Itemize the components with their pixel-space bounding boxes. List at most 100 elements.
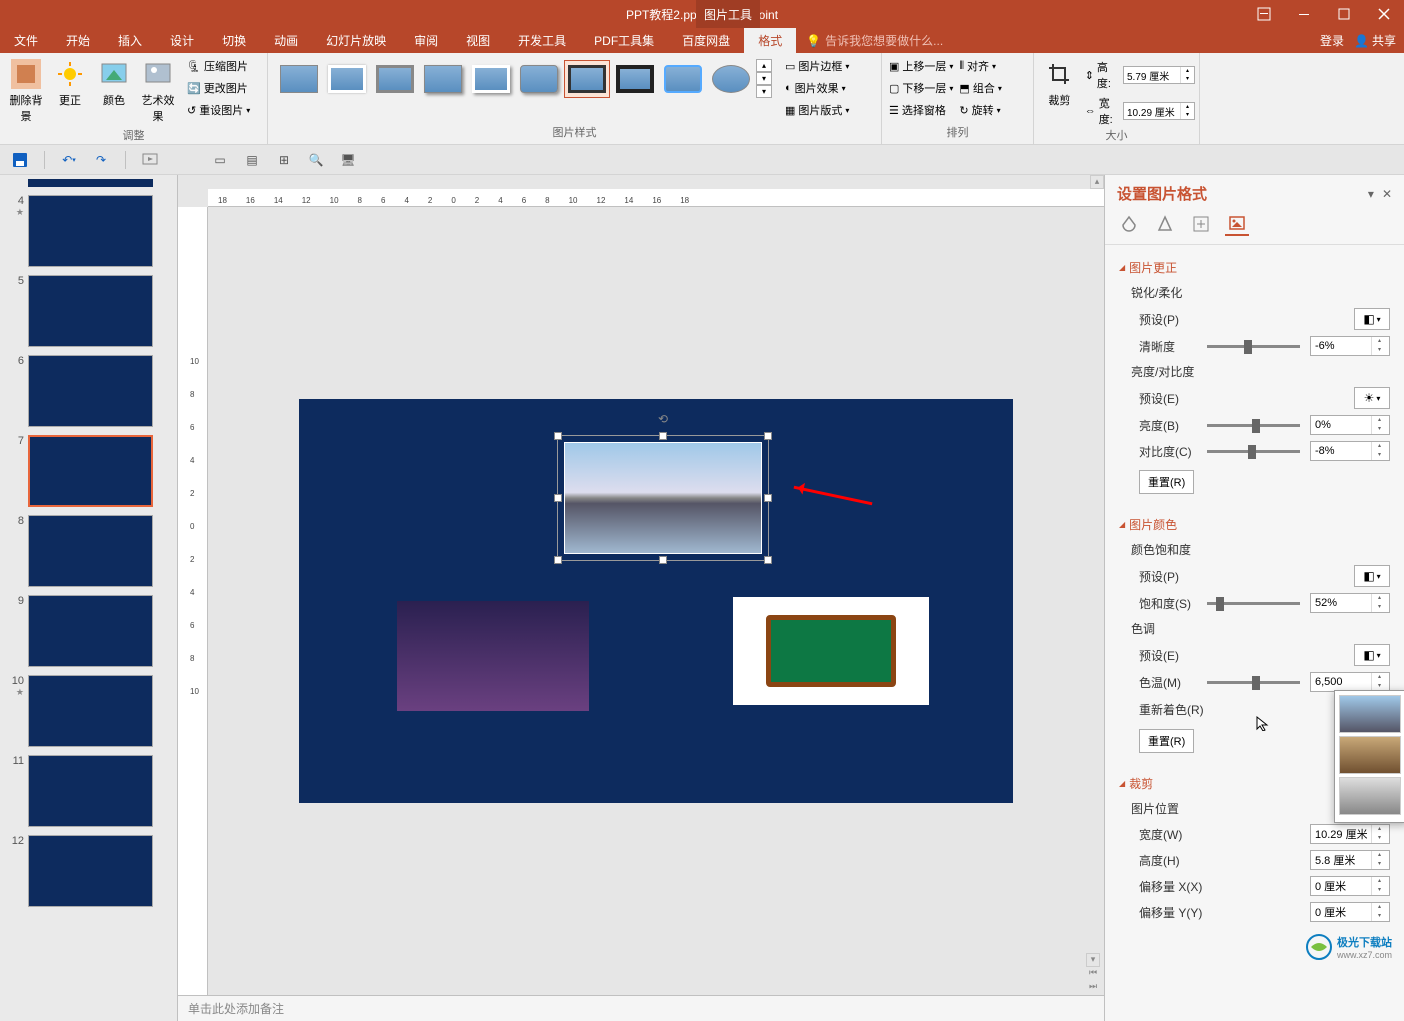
crop-width-input[interactable]: [1311, 828, 1371, 840]
group-button[interactable]: ⬒组合▾: [956, 77, 1004, 99]
spin-up[interactable]: ▴: [1372, 903, 1387, 912]
size-category-icon[interactable]: [1189, 212, 1213, 236]
sharpen-preset-button[interactable]: ◧▾: [1354, 308, 1390, 330]
ribbon-options-icon[interactable]: [1244, 0, 1284, 28]
login-link[interactable]: 登录: [1320, 32, 1344, 49]
brightness-input[interactable]: [1311, 419, 1371, 431]
undo-button[interactable]: ↶▾: [57, 148, 81, 172]
maximize-button[interactable]: [1324, 0, 1364, 28]
resize-handle[interactable]: [764, 556, 772, 564]
offset-y-input[interactable]: [1311, 906, 1371, 918]
resize-handle[interactable]: [554, 432, 562, 440]
contrast-slider[interactable]: [1207, 450, 1300, 453]
gallery-scroll-up[interactable]: ▴: [756, 59, 772, 72]
slide-preview[interactable]: [28, 355, 153, 427]
spin-down[interactable]: ▾: [1372, 860, 1387, 869]
tab-baidu[interactable]: 百度网盘: [668, 28, 744, 53]
temp-slider[interactable]: [1207, 681, 1300, 684]
style-thumb[interactable]: [324, 60, 370, 98]
scroll-down[interactable]: ▾: [1086, 953, 1100, 967]
offset-x-input[interactable]: [1311, 880, 1371, 892]
reset-color-button[interactable]: 重置(R): [1139, 729, 1194, 753]
spin-up[interactable]: ▴: [1372, 825, 1387, 834]
change-picture-button[interactable]: 🔄更改图片: [184, 77, 253, 99]
slide-preview[interactable]: [28, 755, 153, 827]
spin-up[interactable]: ▴: [1372, 337, 1387, 346]
slide-thumbnail[interactable]: 10★: [0, 671, 177, 751]
slide-thumbnail[interactable]: 9: [0, 591, 177, 671]
resize-handle[interactable]: [554, 494, 562, 502]
crop-button[interactable]: 裁剪: [1038, 55, 1081, 111]
reset-corrections-button[interactable]: 重置(R): [1139, 470, 1194, 494]
spin-down[interactable]: ▾: [1372, 346, 1387, 355]
spin-up[interactable]: ▴: [1181, 67, 1194, 75]
recolor-option[interactable]: [1339, 777, 1401, 815]
crop-height-input[interactable]: [1311, 854, 1371, 866]
color-button[interactable]: 颜色: [92, 55, 136, 111]
prev-slide-button[interactable]: ⏮: [1086, 967, 1100, 981]
section-picture-color[interactable]: 图片颜色: [1119, 512, 1390, 537]
style-thumb[interactable]: [516, 60, 562, 98]
qat-btn-3[interactable]: ⊞: [272, 148, 296, 172]
slide-preview[interactable]: [28, 515, 153, 587]
picture-border-button[interactable]: ▭图片边框▾: [782, 55, 852, 77]
spin-down[interactable]: ▾: [1181, 111, 1194, 119]
qat-btn-2[interactable]: ▤: [240, 148, 264, 172]
resize-handle[interactable]: [659, 556, 667, 564]
saturation-preset-button[interactable]: ◧▾: [1354, 565, 1390, 587]
style-thumb[interactable]: [708, 60, 754, 98]
tab-pdf[interactable]: PDF工具集: [580, 28, 668, 53]
qat-btn-4[interactable]: 🔍: [304, 148, 328, 172]
spin-down[interactable]: ▾: [1372, 425, 1387, 434]
height-input[interactable]: [1124, 67, 1180, 83]
bring-forward-button[interactable]: ▣上移一层▾: [886, 55, 956, 77]
pane-close-icon[interactable]: ✕: [1382, 187, 1392, 201]
spin-down[interactable]: ▾: [1372, 886, 1387, 895]
tab-slideshow[interactable]: 幻灯片放映: [312, 28, 400, 53]
align-button[interactable]: ⫴对齐▾: [956, 55, 1004, 77]
slide-image-city[interactable]: [397, 601, 589, 711]
style-thumb[interactable]: [564, 60, 610, 98]
saturation-input[interactable]: [1311, 597, 1371, 609]
spin-up[interactable]: ▴: [1372, 673, 1387, 682]
slide-thumbnail[interactable]: 7: [0, 431, 177, 511]
spin-down[interactable]: ▾: [1372, 451, 1387, 460]
resize-handle[interactable]: [764, 494, 772, 502]
redo-button[interactable]: ↷: [89, 148, 113, 172]
contrast-input[interactable]: [1311, 445, 1371, 457]
spin-up[interactable]: ▴: [1372, 442, 1387, 451]
scroll-up[interactable]: ▴: [1090, 175, 1104, 189]
tab-dev[interactable]: 开发工具: [504, 28, 580, 53]
tab-format[interactable]: 格式: [744, 28, 796, 53]
slideshow-from-start-button[interactable]: [138, 148, 162, 172]
reset-picture-button[interactable]: ↺重设图片▾: [184, 99, 253, 121]
tab-file[interactable]: 文件: [0, 28, 52, 53]
tab-home[interactable]: 开始: [52, 28, 104, 53]
slide-thumbnail[interactable]: 11: [0, 751, 177, 831]
gallery-expand[interactable]: ▾: [756, 85, 772, 98]
spin-down[interactable]: ▾: [1372, 603, 1387, 612]
slide-thumbnail[interactable]: 5: [0, 271, 177, 351]
resize-handle[interactable]: [659, 432, 667, 440]
send-backward-button[interactable]: ▢下移一层▾: [886, 77, 956, 99]
section-picture-corrections[interactable]: 图片更正: [1119, 255, 1390, 280]
pane-dropdown-icon[interactable]: ▾: [1368, 187, 1374, 201]
spin-up[interactable]: ▴: [1372, 594, 1387, 603]
effects-category-icon[interactable]: [1153, 212, 1177, 236]
tab-insert[interactable]: 插入: [104, 28, 156, 53]
tab-review[interactable]: 审阅: [400, 28, 452, 53]
fill-line-icon[interactable]: [1117, 212, 1141, 236]
tone-preset-button[interactable]: ◧▾: [1354, 644, 1390, 666]
slide-canvas[interactable]: ⟲ ▾: [208, 207, 1104, 995]
resize-handle[interactable]: [764, 432, 772, 440]
saturation-slider[interactable]: [1207, 602, 1300, 605]
tab-animations[interactable]: 动画: [260, 28, 312, 53]
picture-effects-button[interactable]: ◐图片效果▾: [782, 77, 852, 99]
slide-preview[interactable]: [28, 835, 153, 907]
spin-down[interactable]: ▾: [1372, 834, 1387, 843]
rotate-button[interactable]: ↻旋转▾: [956, 99, 1004, 121]
save-button[interactable]: [8, 148, 32, 172]
tab-view[interactable]: 视图: [452, 28, 504, 53]
tab-design[interactable]: 设计: [156, 28, 208, 53]
artistic-effects-button[interactable]: 艺术效果: [136, 55, 180, 127]
